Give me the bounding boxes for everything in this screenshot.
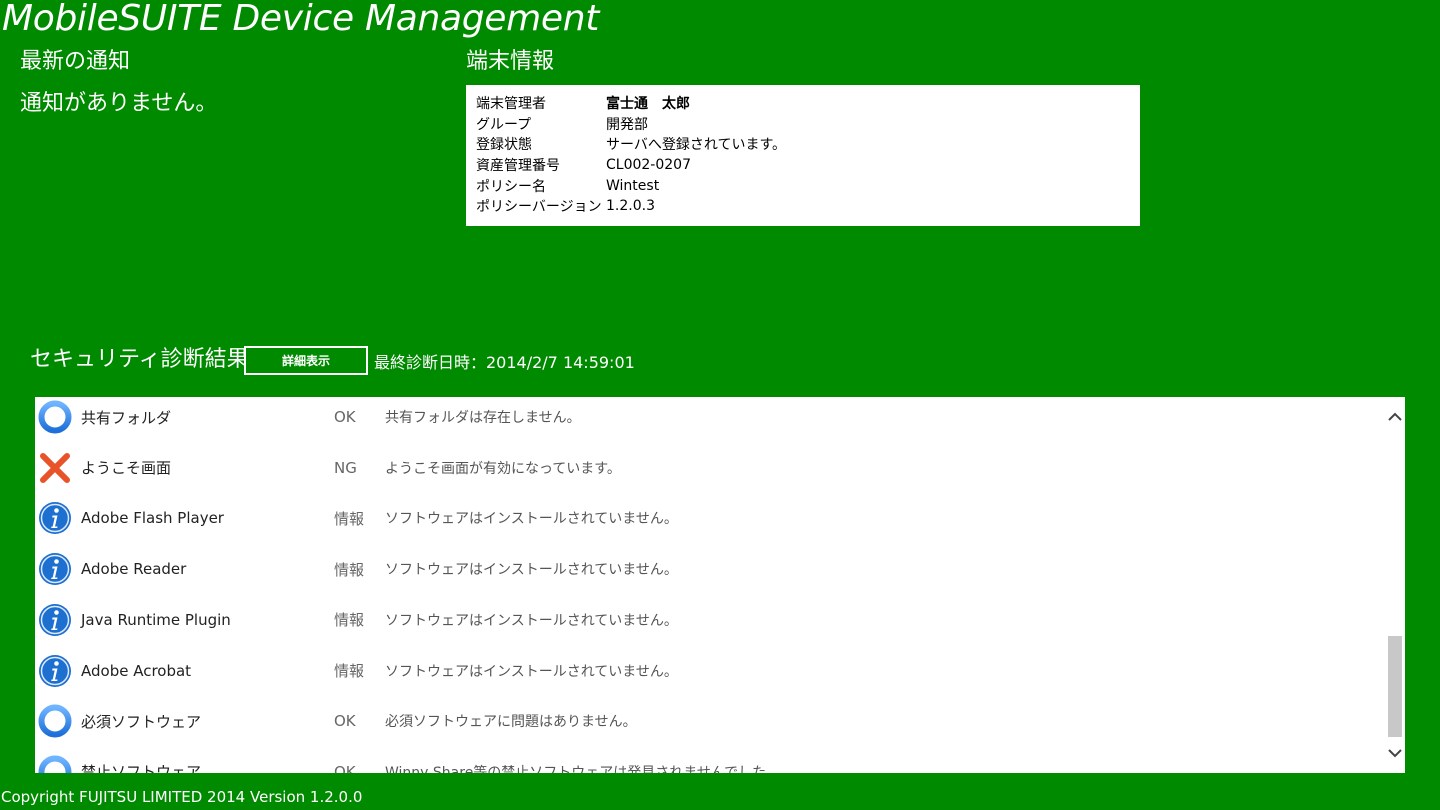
scroll-track[interactable]: [1388, 431, 1402, 737]
result-name: 禁止ソフトウェア: [81, 763, 202, 773]
device-info-value: サーバへ登録されています。: [606, 137, 787, 154]
ok-circle-icon: [37, 754, 73, 773]
result-row[interactable]: 禁止ソフトウェア OK Winny Share等の禁止ソフトウェアは発見されませんで…: [35, 752, 1385, 773]
result-detail: ソフトウェアはインストールされていません。: [385, 663, 678, 680]
result-name: Adobe Reader: [81, 560, 187, 579]
result-detail: ようこそ画面が有効になっています。: [385, 460, 621, 477]
result-name: ようこそ画面: [81, 459, 172, 478]
device-info-row: ポリシーバージョン 1.2.0.3: [476, 196, 1130, 217]
ng-cross-icon: [37, 450, 73, 486]
result-detail: 共有フォルダは存在しません。: [385, 410, 581, 426]
device-info-row: 端末管理者 富士通 太郎: [476, 93, 1130, 114]
device-info-value: 富士通 太郎: [606, 96, 690, 113]
results-scrollbar[interactable]: [1385, 397, 1405, 773]
last-diagnosis-timestamp: 最終診断日時：2014/2/7 14:59:01: [374, 353, 635, 372]
device-info-label: ポリシーバージョン: [476, 199, 602, 216]
result-name: Adobe Flash Player: [81, 509, 224, 528]
result-name: Java Runtime Plugin: [81, 610, 231, 629]
notifications-heading: 最新の通知: [20, 49, 131, 74]
device-info-row: ポリシー名 Wintest: [476, 175, 1130, 196]
result-row[interactable]: Java Runtime Plugin 情報 ソフトウェアはインストールされていませ…: [35, 600, 1385, 640]
device-info-label: グループ: [476, 116, 532, 133]
chevron-down-icon[interactable]: [1385, 741, 1405, 765]
result-row[interactable]: ようこそ画面 NG ようこそ画面が有効になっています。: [35, 448, 1385, 488]
device-info-value: 開発部: [606, 116, 648, 133]
device-info-row: 登録状態 サーバへ登録されています。: [476, 134, 1130, 155]
result-detail: Winny Share等の禁止ソフトウェアは発見されませんでした。: [385, 764, 781, 773]
device-info-label: 登録状態: [476, 137, 532, 154]
ok-circle-icon: [37, 399, 73, 435]
result-row[interactable]: Adobe Flash Player 情報 ソフトウェアはインストールされていません…: [35, 498, 1385, 538]
device-info-row: 資産管理番号 CL002-0207: [476, 155, 1130, 176]
result-name: 共有フォルダ: [81, 408, 172, 427]
result-status: OK: [334, 408, 356, 426]
footer-copyright: Copyright FUJITSU LIMITED 2014 Version 1…: [1, 788, 363, 806]
result-detail: ソフトウェアはインストールされていません。: [385, 562, 678, 579]
device-info-row: グループ 開発部: [476, 114, 1130, 135]
result-detail: ソフトウェアはインストールされていません。: [385, 511, 678, 528]
app-title: MobileSUITE Device Management: [2, 0, 600, 39]
info-icon: [37, 653, 73, 689]
device-info-label: 資産管理番号: [476, 158, 560, 175]
device-info-value: CL002-0207: [606, 157, 691, 174]
result-status: NG: [334, 458, 357, 477]
result-row[interactable]: 共有フォルダ OK 共有フォルダは存在しません。: [35, 397, 1385, 437]
info-icon: [37, 602, 73, 638]
scroll-thumb[interactable]: [1388, 636, 1402, 737]
result-detail: ソフトウェアはインストールされていません。: [385, 612, 678, 629]
chevron-up-icon[interactable]: [1385, 405, 1405, 429]
result-status: 情報: [334, 662, 365, 680]
result-row[interactable]: 必須ソフトウェア OK 必須ソフトウェアに問題はありません。: [35, 701, 1385, 741]
info-icon: [37, 500, 73, 536]
device-info-value: 1.2.0.3: [606, 198, 655, 215]
result-row[interactable]: Adobe Reader 情報 ソフトウェアはインストールされていません。: [35, 549, 1385, 589]
device-info-heading: 端末情報: [466, 49, 555, 74]
device-info-label: 端末管理者: [476, 96, 546, 113]
result-name: Adobe Acrobat: [81, 661, 192, 680]
result-status: 情報: [334, 509, 365, 528]
notifications-message: 通知がありません。: [20, 91, 218, 116]
result-detail: 必須ソフトウェアに問題はありません。: [385, 714, 637, 731]
security-results-list[interactable]: 共有フォルダ OK 共有フォルダは存在しません。ようこそ画面 NG ようこそ画面が有効に…: [35, 397, 1405, 773]
result-status: 情報: [334, 560, 365, 579]
security-heading: セキュリティ診断結果: [30, 347, 249, 372]
device-info-panel: 端末管理者 富士通 太郎 グループ 開発部 登録状態 サーバへ登録されています。 資産管理番…: [466, 85, 1140, 226]
result-status: OK: [334, 712, 356, 731]
device-info-label: ポリシー名: [476, 178, 546, 195]
ok-circle-icon: [37, 703, 73, 739]
result-name: 必須ソフトウェア: [81, 712, 202, 731]
result-status: OK: [334, 762, 356, 773]
info-icon: [37, 551, 73, 587]
result-status: 情報: [334, 611, 365, 630]
device-info-value: Wintest: [606, 177, 660, 194]
detail-view-button[interactable]: 詳細表示: [244, 346, 368, 375]
result-row[interactable]: Adobe Acrobat 情報 ソフトウェアはインストールされていません。: [35, 651, 1385, 691]
